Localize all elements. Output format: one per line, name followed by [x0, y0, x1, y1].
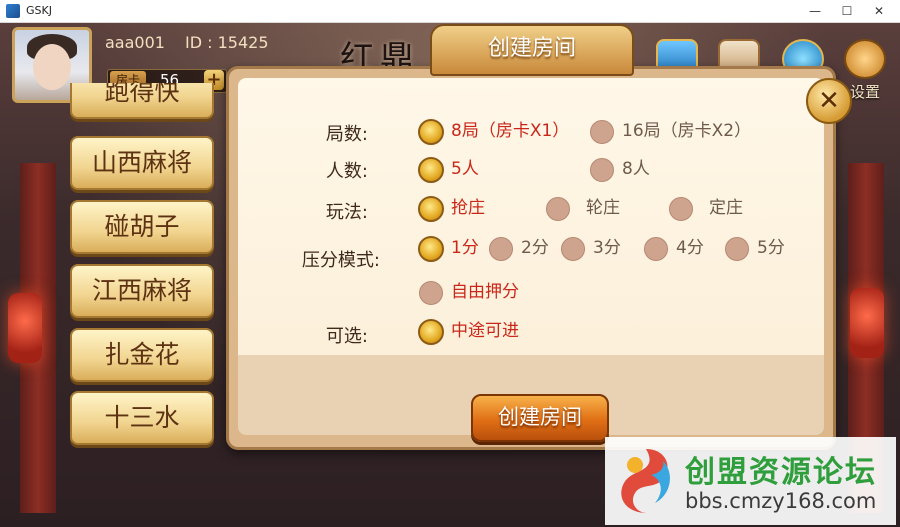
settings-icon	[844, 39, 886, 79]
mode-label: 玩法:	[325, 202, 368, 223]
radio-unselected-icon	[561, 237, 585, 261]
bet-mode-label: 压分模式:	[301, 250, 380, 271]
optional-label: 可选:	[325, 326, 368, 347]
rounds-label: 局数:	[325, 124, 368, 145]
game-item-penghuzi[interactable]: 碰胡子	[70, 200, 214, 254]
window-titlebar: GSKJ — ☐ ✕	[0, 0, 900, 23]
create-room-button[interactable]: 创建房间	[471, 394, 609, 442]
radio-selected-icon	[418, 119, 444, 145]
game-item-paodekuai[interactable]: 跑得快	[70, 83, 214, 119]
user-id: ID : 15425	[185, 33, 269, 52]
minimize-button[interactable]: —	[800, 0, 830, 22]
game-list: 跑得快 山西麻将 碰胡子 江西麻将 扎金花 十三水	[60, 83, 220, 463]
radio-unselected-icon	[644, 237, 668, 261]
watermark: 创盟资源论坛 bbs.cmzy168.com	[605, 437, 896, 525]
game-item-jiangxi-mahjong[interactable]: 江西麻将	[70, 264, 214, 318]
radio-selected-icon	[418, 196, 444, 222]
radio-unselected-icon	[725, 237, 749, 261]
radio-unselected-icon	[590, 120, 614, 144]
radio-unselected-icon	[419, 281, 443, 305]
game-item-shanxi-mahjong[interactable]: 山西麻将	[70, 136, 214, 190]
radio-unselected-icon	[590, 158, 614, 182]
window-title: GSKJ	[26, 4, 52, 17]
game-item-zhajinhua[interactable]: 扎金花	[70, 328, 214, 382]
app-icon	[6, 4, 20, 18]
radio-selected-icon	[418, 157, 444, 183]
game-item-shisanshui[interactable]: 十三水	[70, 391, 214, 445]
watermark-url: bbs.cmzy168.com	[685, 489, 877, 513]
lantern-left	[8, 293, 42, 363]
maximize-button[interactable]: ☐	[832, 0, 862, 22]
radio-unselected-icon	[669, 197, 693, 221]
radio-unselected-icon	[546, 197, 570, 221]
forum-logo-icon	[621, 449, 670, 513]
radio-unselected-icon	[489, 237, 513, 261]
window-close-button[interactable]: ✕	[864, 0, 894, 22]
players-label: 人数:	[325, 161, 368, 182]
watermark-title: 创盟资源论坛	[685, 455, 877, 490]
lantern-right	[850, 288, 884, 358]
checkbox-selected-icon	[418, 319, 444, 345]
username: aaa001	[105, 33, 165, 52]
dialog-close-button[interactable]: ✕	[806, 78, 852, 124]
radio-selected-icon	[418, 236, 444, 262]
dialog-title: 创建房间	[430, 24, 634, 76]
